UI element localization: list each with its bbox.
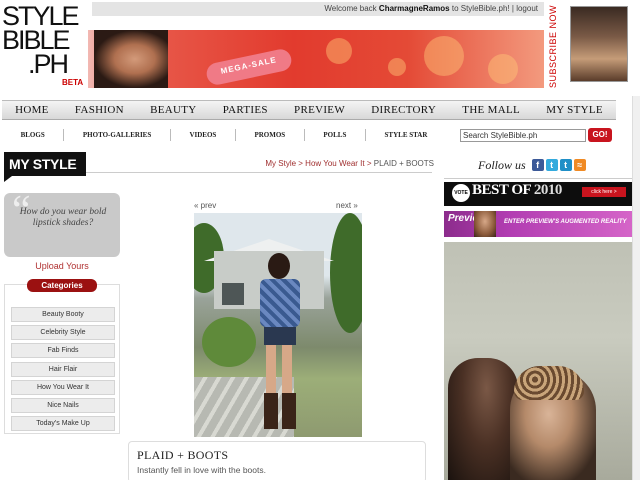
category-celebrity-style[interactable]: Celebrity Style (11, 325, 115, 341)
nav-the-mall[interactable]: THE MALL (449, 104, 533, 116)
twitter-icon[interactable]: t (545, 159, 558, 171)
subnav-style-star[interactable]: STYLE STAR (366, 129, 446, 141)
upload-yours-link[interactable]: Upload Yours (4, 261, 120, 271)
ad-leopard-scarf (514, 366, 584, 400)
categories-list: Beauty Booty Celebrity Style Fab Finds H… (11, 307, 115, 434)
site-logo[interactable]: STYLE BIBLE .PH BETA (2, 3, 86, 88)
photo-model-boot (264, 393, 278, 429)
breadcrumb-my-style[interactable]: My Style (265, 159, 296, 168)
banner-bubble (388, 58, 406, 76)
ad-male-model (448, 358, 518, 480)
logo-beta-badge: BETA (62, 78, 84, 87)
breadcrumb-separator: > (296, 159, 306, 168)
magazine-cover[interactable] (570, 6, 628, 82)
post-caption-box: PLAID + BOOTS Instantly fell in love wit… (128, 441, 426, 480)
breadcrumb-how-you-wear-it[interactable]: How You Wear It (305, 159, 364, 168)
best-of-year: 2010 (533, 182, 563, 198)
page-title: MY STYLE (4, 152, 86, 182)
preview-banner-text: ENTER PREVIEW'S AUGMENTED REALITY (504, 219, 627, 225)
photo-tree (330, 213, 362, 333)
welcome-prefix: Welcome back (324, 4, 377, 13)
nav-fashion[interactable]: FASHION (62, 104, 137, 116)
nav-beauty[interactable]: BEAUTY (137, 104, 210, 116)
banner-pill-graphic: MEGA-SALE (204, 47, 294, 87)
banner-bubble (424, 36, 464, 76)
best-of-2010-banner[interactable]: VOTE BEST OF 2010 click here > (444, 182, 632, 206)
main-outfit-photo[interactable] (194, 213, 362, 437)
subnav-photo-galleries[interactable]: PHOTO-GALLERIES (64, 129, 171, 141)
preview-ar-banner[interactable]: Preview ENTER PREVIEW'S AUGMENTED REALIT… (444, 211, 632, 237)
subnav-blogs[interactable]: BLOGS (2, 129, 65, 141)
photo-model (258, 253, 302, 429)
prev-photo-link[interactable]: « prev (194, 201, 216, 210)
preview-banner-model (474, 211, 496, 237)
photo-model-plaid-shirt (260, 279, 300, 327)
logo-line-ph: .PH (28, 49, 69, 79)
subscribe-link[interactable]: SUBSCRIBE NOW (548, 4, 566, 88)
category-hair-flair[interactable]: Hair Flair (11, 361, 115, 377)
banner-model-image (94, 30, 168, 88)
search-input[interactable] (460, 129, 586, 142)
nav-home[interactable]: HOME (2, 104, 62, 116)
nav-directory[interactable]: DIRECTORY (358, 104, 449, 116)
search-go-button[interactable]: GO! (588, 128, 612, 142)
photo-house-window (222, 283, 244, 305)
best-of-prefix: BEST OF (472, 182, 534, 198)
site-header: STYLE BIBLE .PH BETA Welcome back Charma… (0, 0, 640, 96)
welcome-username[interactable]: CharmagneRamos (379, 4, 450, 13)
fashion-ad-photo[interactable] (444, 242, 632, 480)
subnav-polls[interactable]: POLLS (305, 129, 366, 141)
facebook-icon[interactable]: f (531, 159, 544, 171)
photo-model-shorts (264, 327, 296, 345)
breadcrumb: My Style > How You Wear It > PLAID + BOO… (250, 159, 434, 168)
nav-my-style[interactable]: MY STYLE (533, 104, 616, 116)
welcome-suffix: to StyleBible.ph! (451, 4, 510, 13)
follow-us-bar: Follow us f t t ≈ (478, 157, 618, 173)
banner-bubble (488, 54, 518, 84)
breadcrumb-current: PLAID + BOOTS (373, 159, 434, 168)
header-ad-banner[interactable]: MEGA-SALE (88, 30, 544, 88)
categories-header: Categories (27, 279, 97, 292)
category-nice-nails[interactable]: Nice Nails (11, 397, 115, 413)
subnav-videos[interactable]: VIDEOS (171, 129, 236, 141)
title-divider (86, 172, 432, 173)
lipstick-question-text: How do you wear bold lipstick shades? (19, 207, 107, 228)
category-how-you-wear-it[interactable]: How You Wear It (11, 379, 115, 395)
banner-pill-text: MEGA-SALE (219, 55, 278, 76)
category-fab-finds[interactable]: Fab Finds (11, 343, 115, 359)
follow-divider (444, 178, 632, 179)
photo-model-head (268, 253, 290, 279)
best-of-click-here-button[interactable]: click here > (582, 187, 626, 197)
photo-model-boot (282, 393, 296, 429)
next-photo-link[interactable]: next » (336, 201, 358, 210)
category-beauty-booty[interactable]: Beauty Booty (11, 307, 115, 322)
nav-preview[interactable]: PREVIEW (281, 104, 358, 116)
lipstick-question-box[interactable]: “ How do you wear bold lipstick shades? (4, 188, 120, 257)
sub-nav: BLOGS PHOTO-GALLERIES VIDEOS PROMOS POLL… (2, 126, 446, 144)
categories-panel: Categories Beauty Booty Celebrity Style … (4, 279, 120, 434)
photo-model-leg (282, 345, 292, 395)
rss-icon[interactable]: ≈ (573, 159, 586, 171)
vote-badge: VOTE (452, 184, 470, 202)
banner-bubble (326, 38, 352, 64)
nav-parties[interactable]: PARTIES (210, 104, 281, 116)
twitter-alt-icon[interactable]: t (559, 159, 572, 171)
photo-model-leg (266, 345, 276, 395)
post-title: PLAID + BOOTS (137, 448, 229, 462)
best-of-title: BEST OF 2010 (472, 182, 562, 199)
category-todays-make-up[interactable]: Today's Make Up (11, 416, 115, 432)
photo-shrub (202, 317, 256, 367)
main-nav: HOME FASHION BEAUTY PARTIES PREVIEW DIRE… (2, 100, 616, 120)
welcome-bar: Welcome back CharmagneRamos to StyleBibl… (92, 2, 544, 16)
logout-link[interactable]: logout (516, 4, 538, 13)
welcome-separator: | (511, 4, 514, 13)
post-caption: Instantly fell in love with the boots. (137, 465, 266, 475)
page-scrollbar[interactable] (632, 96, 640, 480)
subnav-promos[interactable]: PROMOS (236, 129, 305, 141)
breadcrumb-separator: > (364, 159, 374, 168)
follow-us-label: Follow us (478, 157, 526, 172)
